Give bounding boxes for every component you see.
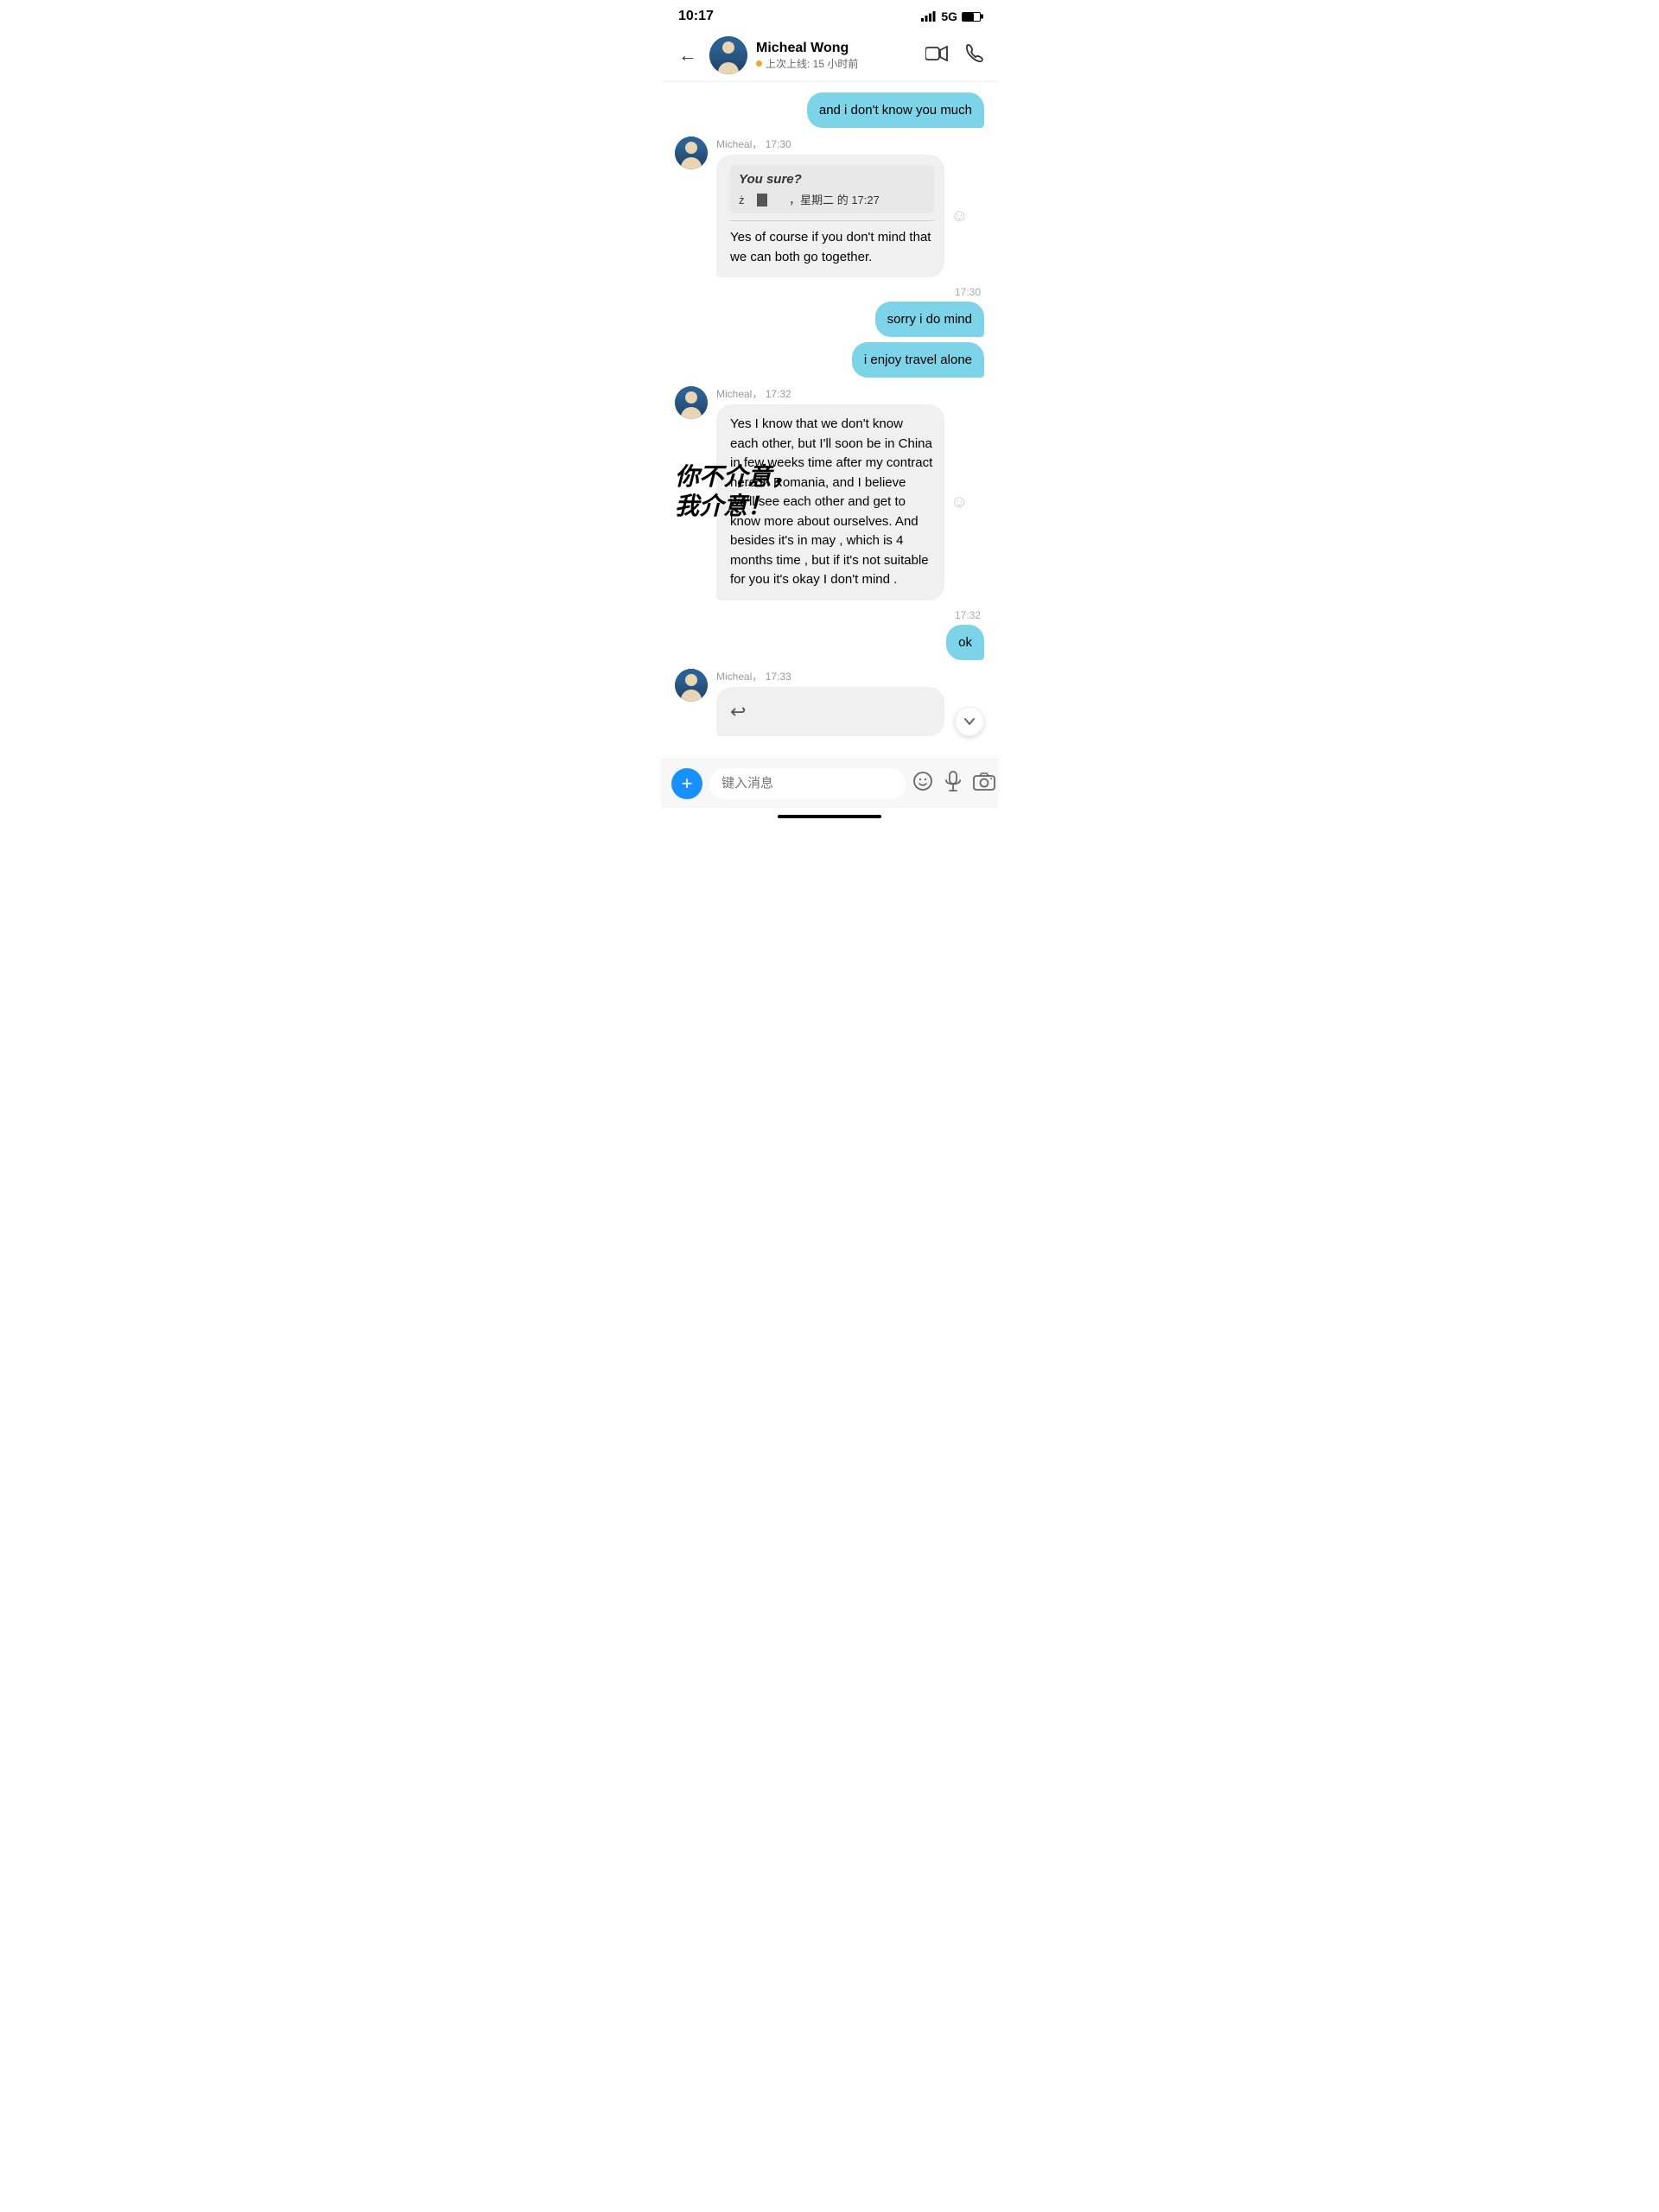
camera-icon[interactable]	[973, 772, 995, 796]
message-bubble: ok	[946, 625, 984, 660]
message-time: 17:32	[766, 388, 791, 400]
message-meta: Micheal， 17:32	[716, 386, 984, 401]
contact-name: Micheal Wong	[756, 41, 917, 56]
received-message-6: Micheal， 17:33 ↩	[675, 669, 984, 736]
message-bubble: ↩	[716, 687, 944, 736]
home-bar	[661, 808, 998, 822]
message-bubble: You sure? ż ■ ，星期二 的 17:27 Yes of course…	[716, 155, 944, 277]
plus-icon: +	[682, 772, 693, 795]
input-action-icons	[912, 771, 995, 797]
chat-area: and i don't know you much Micheal， 17:30…	[661, 82, 998, 759]
battery-icon	[962, 12, 981, 22]
message-input[interactable]	[709, 768, 906, 799]
emoji-input-icon[interactable]	[912, 771, 933, 797]
message-text: ok	[958, 635, 972, 650]
sender-name: Micheal，	[716, 138, 762, 150]
message-text: Yes of course if you don't mind that we …	[730, 230, 931, 264]
home-indicator	[778, 815, 881, 818]
sender-avatar	[675, 669, 708, 702]
network-type: 5G	[941, 10, 957, 23]
signal-icon	[921, 11, 937, 22]
last-seen: 上次上线: 15 小时前	[766, 56, 858, 71]
timestamp-group: 17:30 sorry i do mind i enjoy travel alo…	[675, 286, 984, 378]
sent-message-1: and i don't know you much	[675, 92, 984, 128]
received-message-2: Micheal， 17:30 You sure? ż ■ ，星期二 的 17:2…	[675, 137, 984, 277]
message-text: Yes I know that we don't know each other…	[730, 416, 932, 587]
contact-info: Micheal Wong 上次上线: 15 小时前	[756, 41, 917, 71]
message-meta: Micheal， 17:33	[716, 669, 984, 683]
quote-text: You sure?	[739, 170, 925, 190]
add-button[interactable]: +	[671, 768, 702, 799]
message-bubble: i enjoy travel alone	[852, 342, 984, 378]
input-bar: +	[661, 759, 998, 808]
message-bubble: Yes I know that we don't know each other…	[716, 404, 944, 601]
contact-status: 上次上线: 15 小时前	[756, 56, 917, 71]
chat-header: ← Micheal Wong 上次上线: 15 小时前	[661, 29, 998, 82]
back-button[interactable]: ←	[675, 41, 701, 70]
message-text: and i don't know you much	[819, 103, 972, 118]
received-message-4: Micheal， 17:32 Yes I know that we don't …	[675, 386, 984, 601]
sender-avatar	[675, 386, 708, 419]
status-time: 10:17	[678, 9, 714, 24]
message-content: Micheal， 17:30 You sure? ż ■ ，星期二 的 17:2…	[716, 137, 984, 277]
reaction-button[interactable]: ☺	[950, 489, 968, 515]
message-time: 17:30	[766, 138, 791, 150]
video-call-icon[interactable]	[925, 44, 948, 67]
message-content: Micheal， 17:33 ↩	[716, 669, 984, 736]
message-text: i enjoy travel alone	[864, 353, 972, 367]
microphone-icon[interactable]	[944, 771, 963, 797]
reaction-button[interactable]: ☺	[950, 203, 968, 229]
quoted-message: You sure? ż ■ ，星期二 的 17:27	[730, 165, 934, 213]
sent-message-3b: i enjoy travel alone	[675, 342, 984, 378]
scroll-down-button[interactable]	[955, 707, 984, 736]
status-bar: 10:17 5G	[661, 0, 998, 29]
online-indicator	[756, 60, 762, 67]
phone-call-icon[interactable]	[965, 43, 984, 67]
sent-message-5: ok	[675, 625, 984, 660]
sender-name: Micheal，	[716, 388, 762, 400]
status-icons: 5G	[921, 10, 981, 23]
message-bubble: sorry i do mind	[875, 302, 984, 337]
message-time: 17:33	[766, 671, 791, 683]
sent-message-3a: sorry i do mind	[675, 302, 984, 337]
message-timestamp: 17:32	[675, 609, 984, 621]
reply-arrow-icon: ↩	[730, 697, 746, 726]
message-meta: Micheal， 17:30	[716, 137, 984, 151]
sender-avatar	[675, 137, 708, 169]
message-content: Micheal， 17:32 Yes I know that we don't …	[716, 386, 984, 601]
message-timestamp: 17:30	[675, 286, 984, 298]
message-text: sorry i do mind	[887, 312, 972, 327]
message-bubble: and i don't know you much	[807, 92, 984, 128]
header-actions	[925, 43, 984, 67]
sent-ok-group: 17:32 ok	[675, 609, 984, 660]
sender-name: Micheal，	[716, 671, 762, 683]
quote-redacted: ż ■ ，星期二 的 17:27	[739, 192, 925, 209]
contact-avatar[interactable]	[709, 36, 747, 74]
